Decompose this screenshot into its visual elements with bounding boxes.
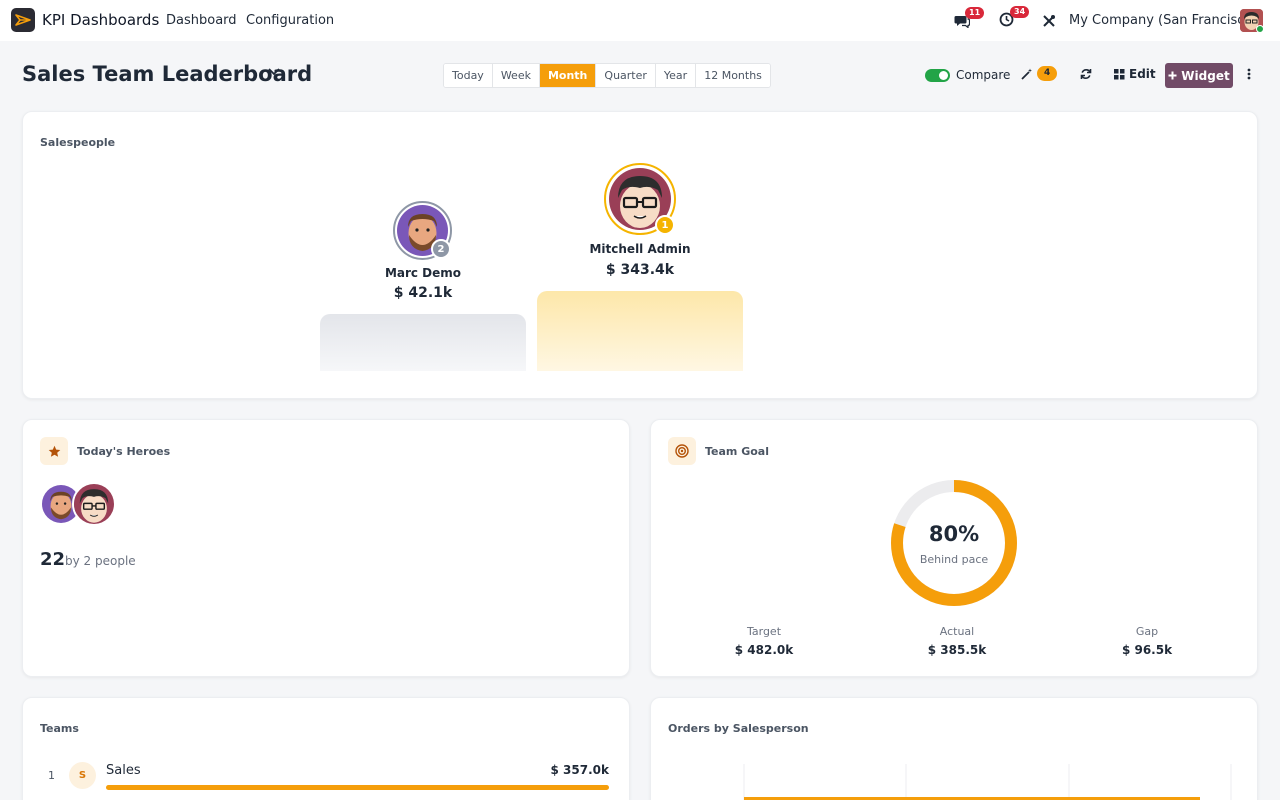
goal-status: Behind pace [919,553,989,566]
magic-wand-icon [1021,68,1032,80]
app-logo-icon[interactable] [11,8,35,32]
debug-tools-button[interactable] [1042,13,1056,32]
team-value: $ 357.0k [550,763,609,777]
period-month[interactable]: Month [539,64,597,87]
period-today[interactable]: Today [444,64,493,87]
avatar[interactable] [72,482,116,526]
podium-name-second[interactable]: Marc Demo [343,266,503,280]
goal-actual-label: Actual [939,625,975,638]
heroes-title: Today's Heroes [77,445,171,458]
team-name[interactable]: Sales [106,763,141,778]
goal-target-label: Target [746,625,782,638]
orders-chart [743,764,1232,800]
app-name[interactable]: KPI Dashboards [42,11,159,29]
salespeople-title: Salespeople [40,136,116,149]
menu-configuration[interactable]: Configuration [246,13,334,28]
suggestions-count-badge: 4 [1037,66,1058,81]
period-week[interactable]: Week [492,64,540,87]
compare-label: Compare [956,68,1011,82]
grid-icon [1114,68,1125,79]
star-icon [48,445,60,457]
tools-icon [1043,15,1055,27]
podium-block-first [537,291,743,371]
more-options-icon[interactable] [1247,68,1251,80]
period-12-months[interactable]: 12 Months [696,64,770,87]
company-switcher[interactable]: My Company (San Francisco) [1069,13,1257,28]
heroes-suffix: by 2 people [65,554,136,568]
goal-actual-value: $ 385.5k [927,643,987,657]
messages-count-badge: 11 [965,7,985,19]
period-quarter[interactable]: Quarter [596,64,656,87]
podium-amount-first: $ 343.4k [605,262,675,278]
chevron-down-icon[interactable] [267,67,281,77]
podium-name-first[interactable]: Mitchell Admin [560,242,720,256]
team-avatar: S [69,762,96,789]
heroes-count: 22 [40,549,66,570]
menu-dashboard[interactable]: Dashboard [166,13,237,28]
online-status-dot [1256,25,1264,33]
suggestions-button[interactable]: 4 [1021,66,1058,81]
period-year[interactable]: Year [655,64,697,87]
heroes-icon-box [40,437,68,465]
goal-gap-value: $ 96.5k [1121,643,1173,657]
rank-badge: 2 [431,239,451,259]
goal-percent: 80% [928,522,980,546]
goal-title: Team Goal [705,445,769,458]
top-navbar: KPI Dashboards Dashboard Configuration 1… [0,0,1280,41]
period-selector: Today Week Month Quarter Year 12 Months [443,63,771,88]
activities-button[interactable]: 34 [999,6,1030,28]
podium-amount-second: $ 42.1k [393,285,453,301]
podium-block-second [320,314,526,371]
messages-button[interactable]: 11 [954,7,985,29]
teams-title: Teams [40,722,79,735]
edit-button[interactable]: Edit [1114,67,1156,81]
rank-badge: 1 [655,215,675,235]
team-progress-bar [106,785,609,790]
refresh-icon[interactable] [1080,68,1092,80]
goal-icon-box [668,437,696,465]
widget-label: Widget [1181,68,1230,83]
edit-label: Edit [1129,67,1156,81]
add-widget-button[interactable]: Widget [1165,63,1233,88]
plus-icon [1168,71,1177,80]
compare-toggle[interactable]: Compare [925,68,1010,82]
team-rank: 1 [48,769,55,782]
target-icon [675,444,689,458]
goal-gap-label: Gap [1135,625,1159,638]
orders-title: Orders by Salesperson [668,722,809,735]
activities-count-badge: 34 [1010,6,1030,18]
goal-target-value: $ 482.0k [734,643,794,657]
toggle-switch[interactable] [925,68,950,82]
